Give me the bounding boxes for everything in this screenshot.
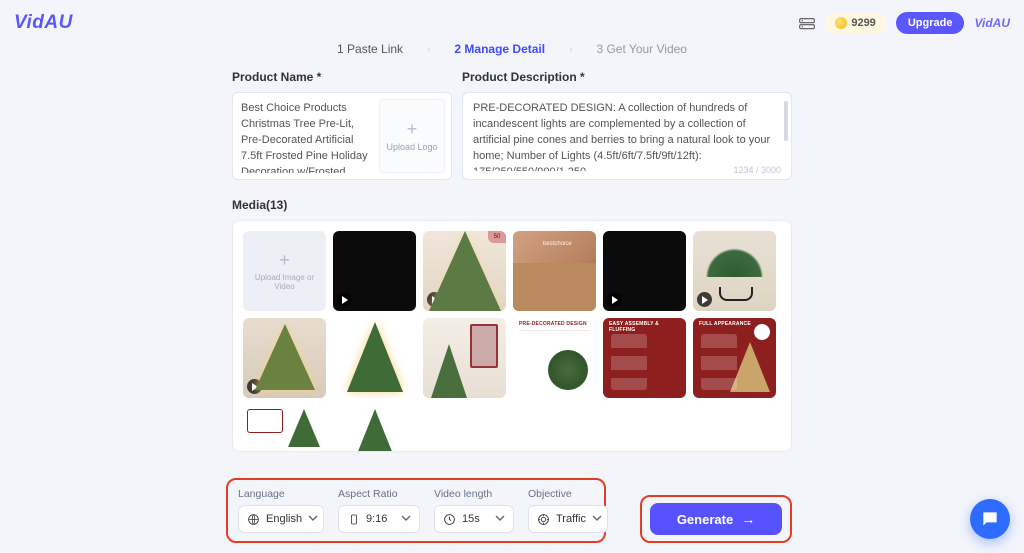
product-description-label: Product Description * (462, 70, 792, 84)
media-thumb-video[interactable] (603, 231, 686, 311)
chevron-down-icon (495, 513, 505, 526)
media-thumb-video[interactable] (693, 231, 776, 311)
media-thumb-image[interactable] (333, 405, 416, 452)
info-dot (754, 324, 770, 340)
badge: 50 (488, 231, 506, 243)
product-name-card: Best Choice Products Christmas Tree Pre-… (232, 92, 452, 180)
generate-button[interactable]: Generate → (650, 503, 782, 535)
top-bar: VidAU 9299 Upgrade VidAU (0, 0, 1024, 38)
play-icon (337, 292, 352, 307)
top-right: 9299 Upgrade VidAU (799, 12, 1010, 34)
media-thumb-image[interactable]: FULL APPEARANCE (693, 318, 776, 398)
target-icon (537, 513, 550, 526)
media-thumb-video[interactable] (243, 318, 326, 398)
upload-logo-text: Upload Logo (386, 142, 437, 152)
generate-highlight: Generate → (640, 495, 792, 543)
aspect-ratio-label: Aspect Ratio (338, 488, 420, 500)
credits-pill[interactable]: 9299 (825, 13, 885, 33)
chevron-down-icon (308, 513, 318, 526)
step-1-paste-link[interactable]: 1 Paste Link (337, 42, 403, 56)
logo: VidAU (14, 12, 73, 34)
char-count: 1234 / 3000 (733, 165, 781, 175)
product-name-label: Product Name * (232, 70, 452, 84)
chevron-right-icon: › (569, 44, 572, 55)
upload-logo-button[interactable]: + Upload Logo (379, 99, 445, 173)
language-dropdown[interactable]: English (238, 505, 324, 533)
media-thumb-image[interactable]: EASY ASSEMBLY & FLUFFING (603, 318, 686, 398)
play-icon (697, 292, 712, 307)
media-label: Media(13) (232, 198, 792, 212)
upload-media-tile[interactable]: + Upload Image or Video (243, 231, 326, 311)
play-icon (607, 292, 622, 307)
media-thumb-image[interactable] (243, 405, 326, 452)
upload-media-text: Upload Image or Video (247, 273, 322, 291)
brand-small: VidAU (974, 16, 1010, 30)
plus-icon: + (279, 251, 290, 269)
product-description-input[interactable]: PRE-DECORATED DESIGN: A collection of hu… (473, 101, 781, 171)
video-length-dropdown[interactable]: 15s (434, 505, 514, 533)
objective-dropdown[interactable]: Traffic (528, 505, 608, 533)
video-length-label: Video length (434, 488, 514, 500)
main-content: Product Name * Best Choice Products Chri… (232, 70, 792, 452)
step-2-manage-detail[interactable]: 2 Manage Detail (454, 42, 545, 56)
storage-icon (799, 17, 815, 29)
plus-icon: + (407, 120, 418, 138)
chevron-down-icon (592, 513, 602, 526)
language-value: English (266, 513, 302, 525)
generate-label: Generate (677, 512, 733, 527)
language-label: Language (238, 488, 324, 500)
card-title: EASY ASSEMBLY & FLUFFING (609, 321, 686, 333)
media-thumb-image[interactable] (333, 318, 416, 398)
objective-label: Objective (528, 488, 608, 500)
play-icon (427, 292, 442, 307)
bottom-bar: Language English Aspect Ratio 9:16 Video… (0, 470, 1024, 553)
card-title: PRE-DECORATED DESIGN (519, 321, 587, 327)
upgrade-button[interactable]: Upgrade (896, 12, 965, 34)
generation-controls: Language English Aspect Ratio 9:16 Video… (226, 478, 606, 543)
globe-icon (247, 513, 260, 526)
aspect-ratio-value: 9:16 (366, 513, 387, 525)
media-thumb-video[interactable] (333, 231, 416, 311)
objective-value: Traffic (556, 513, 586, 525)
step-3-get-video: 3 Get Your Video (596, 42, 687, 56)
chevron-down-icon (401, 513, 411, 526)
aspect-ratio-dropdown[interactable]: 9:16 (338, 505, 420, 533)
video-length-value: 15s (462, 513, 480, 525)
media-panel: + Upload Image or Video 50 bestchoice PR… (232, 220, 792, 452)
play-icon (517, 292, 532, 307)
product-description-card: PRE-DECORATED DESIGN: A collection of hu… (462, 92, 792, 180)
play-icon (247, 379, 262, 394)
coin-icon (835, 17, 847, 29)
media-thumb-image[interactable]: PRE-DECORATED DESIGN (513, 318, 596, 398)
phone-portrait-icon (347, 513, 360, 526)
chevron-right-icon: › (427, 44, 430, 55)
credits-value: 9299 (851, 17, 875, 29)
media-thumb-image[interactable] (423, 318, 506, 398)
box-logo-text: bestchoice (543, 241, 572, 247)
product-name-input[interactable]: Best Choice Products Christmas Tree Pre-… (239, 99, 373, 173)
clock-icon (443, 513, 456, 526)
wizard-steps: 1 Paste Link › 2 Manage Detail › 3 Get Y… (0, 42, 1024, 56)
media-grid: + Upload Image or Video 50 bestchoice PR… (243, 231, 781, 452)
arrow-right-icon: → (741, 511, 755, 527)
media-thumb-video[interactable]: bestchoice (513, 231, 596, 311)
scrollbar[interactable] (784, 101, 788, 141)
chat-fab[interactable] (970, 499, 1010, 539)
media-thumb-video[interactable]: 50 (423, 231, 506, 311)
card-title: FULL APPEARANCE (699, 321, 751, 327)
